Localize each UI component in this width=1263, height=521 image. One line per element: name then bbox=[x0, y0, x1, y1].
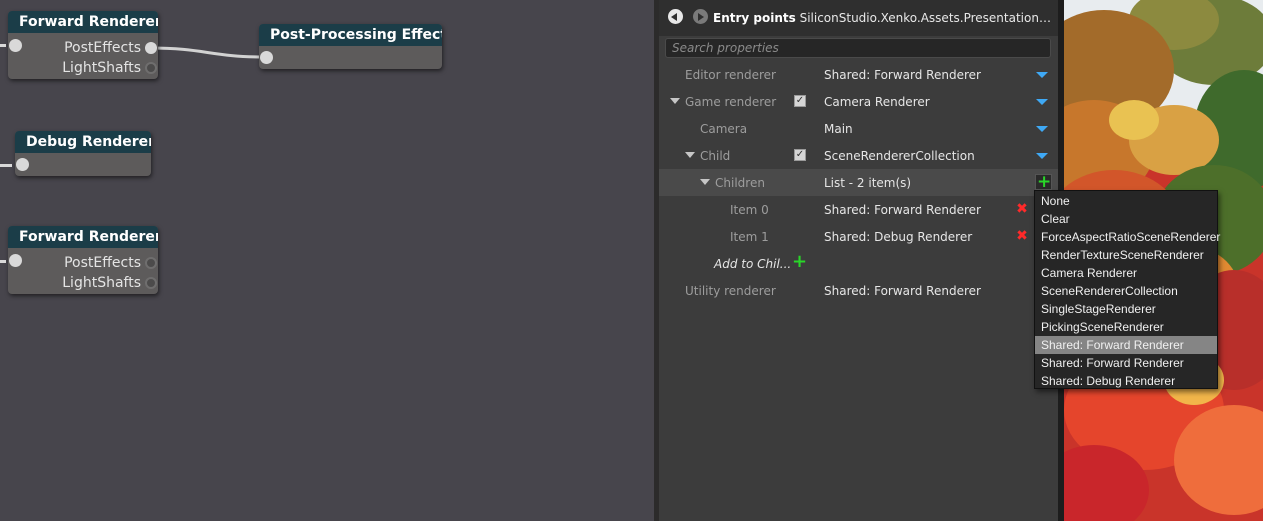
input-wire-stub bbox=[0, 164, 12, 167]
forward-arrow-icon[interactable] bbox=[693, 9, 708, 24]
property-grid: Entry points SiliconStudio.Xenko.Assets.… bbox=[659, 0, 1058, 521]
dropdown-option-force-aspect-ratio[interactable]: ForceAspectRatioSceneRenderer bbox=[1035, 228, 1220, 246]
output-pin[interactable] bbox=[145, 42, 157, 54]
node-title: Forward Renderer bbox=[8, 11, 158, 33]
property-label: Utility renderer bbox=[685, 284, 776, 298]
property-label: Item 0 bbox=[730, 203, 769, 217]
remove-icon[interactable]: ✖ bbox=[1016, 202, 1028, 216]
add-icon[interactable]: + bbox=[792, 251, 807, 272]
property-value[interactable]: Shared: Debug Renderer bbox=[824, 230, 972, 244]
property-row-child[interactable]: Child ✓ SceneRendererCollection bbox=[659, 142, 1058, 169]
dropdown-arrow-icon[interactable] bbox=[1036, 126, 1048, 132]
output-pin[interactable] bbox=[145, 62, 157, 74]
property-label: Children bbox=[715, 176, 765, 190]
input-wire-stub bbox=[0, 44, 6, 47]
dropdown-option-shared-forward-1[interactable]: Shared: Forward Renderer bbox=[1035, 336, 1217, 354]
expand-arrow-icon[interactable] bbox=[700, 179, 710, 185]
graph-canvas[interactable]: Forward Renderer PostEffects LightShafts… bbox=[0, 0, 654, 521]
pin-row-posteffects: PostEffects bbox=[64, 38, 158, 58]
dropdown-option-single-stage[interactable]: SingleStageRenderer bbox=[1035, 300, 1217, 318]
dropdown-option-render-texture[interactable]: RenderTextureSceneRenderer bbox=[1035, 246, 1217, 264]
property-row-utility-renderer[interactable]: Utility renderer Shared: Forward Rendere… bbox=[659, 277, 1058, 304]
property-value[interactable]: Camera Renderer bbox=[824, 95, 930, 109]
property-value[interactable]: Shared: Forward Renderer bbox=[824, 284, 981, 298]
plus-icon: + bbox=[1037, 172, 1052, 192]
dropdown-option-picking[interactable]: PickingSceneRenderer bbox=[1035, 318, 1217, 336]
property-row-item-1[interactable]: Item 1 Shared: Debug Renderer ✖ bbox=[659, 223, 1058, 250]
header-title: Entry points SiliconStudio.Xenko.Assets.… bbox=[713, 11, 1053, 25]
pin-row-lightshafts: LightShafts bbox=[62, 273, 158, 293]
pin-label: PostEffects bbox=[64, 255, 141, 271]
node-post-processing-effects[interactable]: Post-Processing Effects bbox=[259, 24, 442, 69]
dropdown-option-clear[interactable]: Clear bbox=[1035, 210, 1217, 228]
input-pin[interactable] bbox=[260, 51, 273, 64]
input-wire-stub bbox=[0, 260, 6, 263]
dropdown-option-camera-renderer[interactable]: Camera Renderer bbox=[1035, 264, 1217, 282]
remove-icon[interactable]: ✖ bbox=[1016, 229, 1028, 243]
property-row-add-to-children[interactable]: Add to Chil... + bbox=[659, 250, 1058, 277]
renderer-type-dropdown[interactable]: None Clear ForceAspectRatioSceneRenderer… bbox=[1034, 190, 1220, 390]
header-title-bold: Entry points bbox=[713, 11, 796, 25]
node-title: Forward Renderer bbox=[8, 226, 158, 248]
enabled-checkbox[interactable]: ✓ bbox=[794, 149, 806, 161]
property-value[interactable]: Main bbox=[824, 122, 853, 136]
property-value[interactable]: Shared: Forward Renderer bbox=[824, 68, 981, 82]
property-value[interactable]: SceneRendererCollection bbox=[824, 149, 975, 163]
dropdown-option-none[interactable]: None bbox=[1035, 192, 1217, 210]
property-value[interactable]: Shared: Forward Renderer bbox=[824, 203, 981, 217]
property-label: Game renderer bbox=[685, 95, 777, 109]
input-pin[interactable] bbox=[9, 254, 22, 267]
property-row-children[interactable]: Children List - 2 item(s) + bbox=[659, 169, 1058, 196]
pin-row-lightshafts: LightShafts bbox=[62, 58, 158, 78]
property-row-camera[interactable]: Camera Main bbox=[659, 115, 1058, 142]
dropdown-arrow-icon[interactable] bbox=[1036, 153, 1048, 159]
add-item-button[interactable]: + bbox=[1035, 172, 1052, 192]
pin-label: LightShafts bbox=[62, 60, 141, 76]
node-title: Post-Processing Effects bbox=[259, 24, 442, 46]
node-forward-renderer-2[interactable]: Forward Renderer PostEffects LightShafts bbox=[8, 226, 158, 294]
property-label: Item 1 bbox=[730, 230, 769, 244]
pin-row-posteffects: PostEffects bbox=[64, 253, 158, 273]
dropdown-option-scene-renderer-collection[interactable]: SceneRendererCollection bbox=[1035, 282, 1217, 300]
input-pin[interactable] bbox=[9, 39, 22, 52]
property-row-item-0[interactable]: Item 0 Shared: Forward Renderer ✖ bbox=[659, 196, 1058, 223]
search-properties-input[interactable] bbox=[665, 38, 1051, 58]
expand-arrow-icon[interactable] bbox=[685, 152, 695, 158]
pin-label: PostEffects bbox=[64, 40, 141, 56]
node-debug-renderer[interactable]: Debug Renderer bbox=[15, 131, 151, 176]
node-forward-renderer-1[interactable]: Forward Renderer PostEffects LightShafts bbox=[8, 11, 158, 79]
node-title: Debug Renderer bbox=[15, 131, 151, 153]
dropdown-option-shared-forward-2[interactable]: Shared: Forward Renderer bbox=[1035, 354, 1217, 372]
expand-arrow-icon[interactable] bbox=[670, 98, 680, 104]
pin-label: LightShafts bbox=[62, 275, 141, 291]
input-pin[interactable] bbox=[16, 158, 29, 171]
back-arrow-icon[interactable] bbox=[668, 9, 683, 24]
property-label: Camera bbox=[700, 122, 748, 136]
property-label: Editor renderer bbox=[685, 68, 776, 82]
add-to-children-label[interactable]: Add to Chil... bbox=[714, 257, 791, 271]
property-label: Child bbox=[700, 149, 731, 163]
property-grid-header: Entry points SiliconStudio.Xenko.Assets.… bbox=[659, 0, 1058, 36]
property-row-editor-renderer[interactable]: Editor renderer Shared: Forward Renderer bbox=[659, 61, 1058, 88]
property-value: List - 2 item(s) bbox=[824, 176, 912, 190]
property-row-game-renderer[interactable]: Game renderer ✓ Camera Renderer bbox=[659, 88, 1058, 115]
header-title-path: SiliconStudio.Xenko.Assets.Presentation.… bbox=[799, 11, 1053, 25]
dropdown-option-shared-debug[interactable]: Shared: Debug Renderer bbox=[1035, 372, 1217, 390]
link-posteffects-to-postprocessing bbox=[149, 46, 267, 59]
dropdown-arrow-icon[interactable] bbox=[1036, 72, 1048, 78]
enabled-checkbox[interactable]: ✓ bbox=[794, 95, 806, 107]
output-pin[interactable] bbox=[145, 257, 157, 269]
dropdown-arrow-icon[interactable] bbox=[1036, 99, 1048, 105]
output-pin[interactable] bbox=[145, 277, 157, 289]
